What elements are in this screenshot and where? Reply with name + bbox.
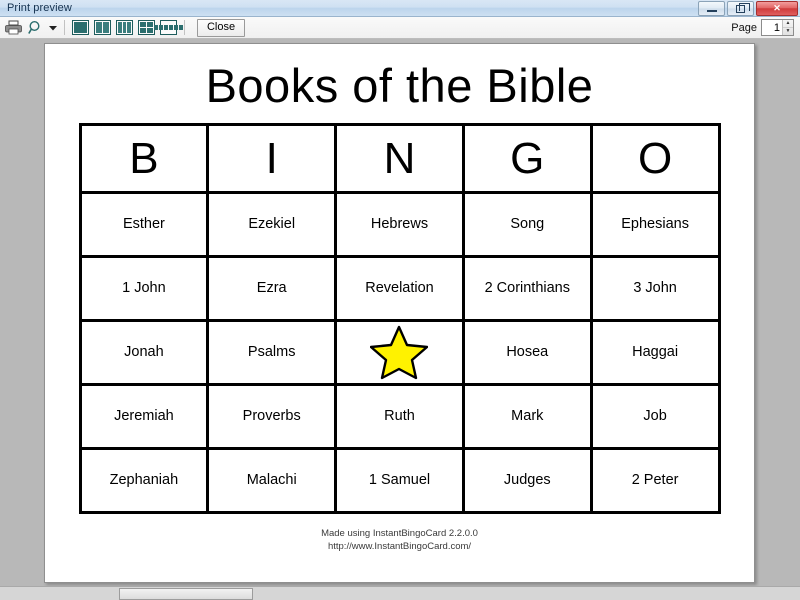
page-spin-up-icon[interactable]: ▲ <box>783 20 793 28</box>
bingo-grid-body: B I N G O Esther Ezekiel Hebrews Song Ephesians 1 … <box>78 123 721 514</box>
chevron-down-icon <box>49 25 57 30</box>
bingo-cell: Jeremiah <box>78 383 210 450</box>
bingo-header-row: BINGO <box>78 123 721 194</box>
bingo-cell: Esther <box>78 191 210 258</box>
bingo-cell: Psalms <box>206 319 338 386</box>
horizontal-scrollbar[interactable] <box>0 586 800 600</box>
page-label: Page <box>731 21 757 34</box>
bingo-cell: Judges <box>461 447 593 514</box>
star-icon <box>370 325 429 380</box>
bingo-cell: Proverbs <box>206 383 338 450</box>
window-controls: ✕ <box>698 1 798 16</box>
bingo-cell: Ephesians <box>589 191 721 258</box>
table-row: Jeremiah Proverbs Ruth Mark Job <box>78 383 721 450</box>
page-navigation-group: Page ▲ ▼ <box>731 19 794 36</box>
bingo-cell: Hebrews <box>334 191 465 258</box>
table-row: Esther Ezekiel Hebrews Song Ephesians <box>78 191 721 258</box>
card-title: Books of the Bible <box>205 59 594 112</box>
restore-icon <box>736 2 750 13</box>
toolbar-separator-2 <box>184 20 185 35</box>
page-number-input[interactable] <box>762 20 782 35</box>
window-title: Print preview <box>7 2 72 14</box>
bingo-cell: Job <box>589 383 721 450</box>
six-page-icon <box>154 20 183 35</box>
close-preview-button[interactable]: Close <box>197 18 245 37</box>
magnifier-icon <box>28 20 40 34</box>
bingo-grid: B I N G O Esther Ezekiel Hebrews Song Ephesians 1 … <box>78 123 721 514</box>
preview-canvas: Books of the Bible B I N G O Esther Ezekiel Heb… <box>0 39 800 600</box>
printer-icon <box>5 20 22 35</box>
two-page-icon <box>94 20 111 35</box>
bingo-cell: Hosea <box>461 319 593 386</box>
footer-attribution: Made using InstantBingoCard 2.2.0.0 <box>321 528 478 539</box>
bingo-cell: Malachi <box>206 447 338 514</box>
bingo-cell: Ruth <box>334 383 465 450</box>
zoom-button[interactable] <box>26 18 45 37</box>
footer-url: http://www.InstantBingoCard.com/ <box>327 540 472 552</box>
bingo-cell: Zephaniah <box>78 447 210 514</box>
one-page-icon <box>72 20 89 35</box>
print-button[interactable] <box>4 18 23 37</box>
printed-page: Books of the Bible B I N G O Esther Ezekiel Heb… <box>44 43 755 583</box>
bingo-cell: Ezekiel <box>206 191 338 258</box>
restore-button[interactable] <box>727 1 754 16</box>
page-spin-down-icon[interactable]: ▼ <box>783 28 793 36</box>
bingo-cell: Revelation <box>334 255 465 322</box>
bingo-header-cell: G <box>461 123 593 194</box>
bingo-cell: Song <box>461 191 593 258</box>
one-page-view-button[interactable] <box>71 18 90 37</box>
three-page-icon <box>116 20 133 35</box>
card-footer: Made using InstantBingoCard 2.2.0.0 http… <box>45 528 754 554</box>
page-spinner-arrows[interactable]: ▲ ▼ <box>782 20 793 35</box>
bingo-cell: 2 Corinthians <box>461 255 593 322</box>
bingo-cell: Mark <box>461 383 593 450</box>
bingo-cell: 3 John <box>589 255 721 322</box>
two-page-view-button[interactable] <box>93 18 112 37</box>
bingo-cell: Haggai <box>589 319 721 386</box>
bingo-cell: Ezra <box>206 255 338 322</box>
bingo-cell: Jonah <box>78 319 210 386</box>
four-page-icon <box>138 20 155 35</box>
minimize-button[interactable] <box>698 1 725 16</box>
bingo-header-cell: N <box>334 123 465 194</box>
three-page-view-button[interactable] <box>115 18 134 37</box>
toolbar-separator <box>64 20 65 35</box>
close-window-button[interactable]: ✕ <box>756 1 798 16</box>
print-preview-toolbar: Close Page ▲ ▼ <box>0 17 800 39</box>
bingo-header-cell: O <box>589 123 721 194</box>
minimize-icon <box>706 10 717 12</box>
horizontal-scrollbar-thumb[interactable] <box>119 587 253 600</box>
table-row: Jonah Psalms Hosea Haggai <box>78 319 721 386</box>
close-icon: ✕ <box>773 3 781 13</box>
table-row: 1 John Ezra Revelation 2 Corinthians 3 John <box>78 255 721 322</box>
free-space-cell <box>334 319 465 386</box>
four-page-view-button[interactable] <box>137 18 156 37</box>
bingo-cell: 1 Samuel <box>334 447 465 514</box>
zoom-dropdown-button[interactable] <box>48 18 58 37</box>
bingo-cell: 2 Peter <box>589 447 721 514</box>
page-spinner[interactable]: ▲ ▼ <box>761 19 794 36</box>
print-preview-window: Print preview ✕ Close Page 1 ▲ ▼ Books o… <box>0 0 800 600</box>
bingo-cell: 1 John <box>78 255 210 322</box>
table-row: Zephaniah Malachi 1 Samuel Judges 2 Peter <box>78 447 721 514</box>
window-titlebar: Print preview ✕ <box>0 0 800 17</box>
bingo-header-cell: I <box>206 123 338 194</box>
six-page-view-button[interactable] <box>154 18 183 37</box>
bingo-header-cell: B <box>78 123 210 194</box>
